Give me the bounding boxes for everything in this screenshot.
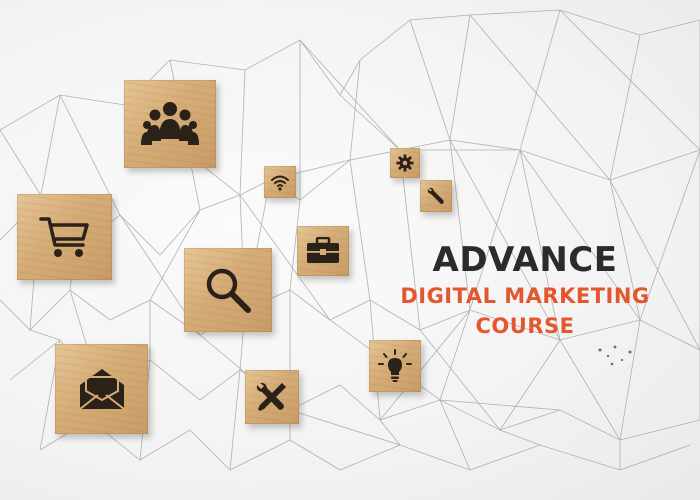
tools-block [245,370,299,424]
lightbulb-block [369,340,421,392]
headline-advance: ADVANCE [432,240,618,280]
gear-icon [396,154,414,172]
wifi-icon [271,175,289,191]
magnifier-icon [206,268,251,313]
shopping-cart-block [17,194,112,280]
headline-digital-marketing: DIGITAL MARKETING [400,284,650,308]
wrench-icon [427,187,444,205]
magnifier-block [184,248,272,332]
briefcase-block [297,226,349,276]
people-group-icon [141,102,199,145]
envelope-icon [78,369,125,410]
people-group-block [124,80,216,168]
wifi-block [264,166,296,198]
shopping-cart-icon [38,217,89,257]
headline-course: COURSE [475,314,575,338]
gear-block [390,148,420,178]
briefcase-icon [307,237,339,263]
envelope-block [55,344,148,434]
lightbulb-icon [378,349,412,382]
wrench-block [420,180,452,212]
tools-icon [256,382,286,411]
